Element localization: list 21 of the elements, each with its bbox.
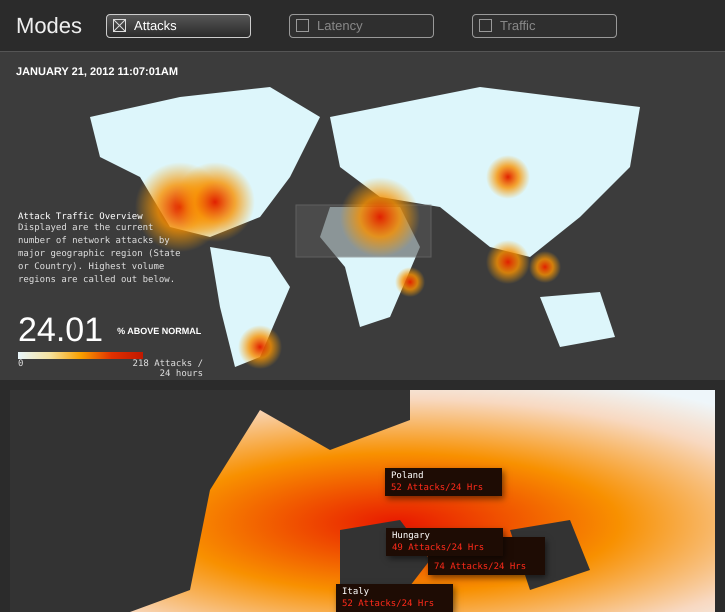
attack-count: 52 Attacks/24 Hrs xyxy=(342,598,436,610)
checkbox-icon xyxy=(296,19,310,32)
timestamp: JANUARY 21, 2012 11:07:01AM xyxy=(16,66,178,78)
scale-max: 218 Attacks / 24 hours xyxy=(132,359,203,379)
overview-description: Displayed are the current number of network attacks by major geographic region (State or Country). Highest volume regions are called out below. xyxy=(18,222,182,287)
modes-title: Modes xyxy=(16,12,82,38)
above-normal-label: % ABOVE NORMAL xyxy=(117,326,202,336)
attack-count: 49 Attacks/24 Hrs xyxy=(392,542,486,554)
mode-toggle[interactable]: Attacks xyxy=(106,14,252,38)
region-name: Hungary xyxy=(392,530,431,542)
mode-toggle[interactable]: Traffic xyxy=(472,14,618,38)
mode-toggle[interactable]: Latency xyxy=(289,14,434,38)
region-name: Italy xyxy=(342,586,370,598)
region-name: Poland xyxy=(391,470,425,482)
scale-min: 0 xyxy=(18,359,24,371)
above-normal-value: 24.01 xyxy=(18,311,104,350)
overview-heading: Attack Traffic Overview xyxy=(18,212,144,222)
checked-box-icon xyxy=(113,19,126,32)
checkbox-icon xyxy=(479,19,492,32)
attack-count: 74 Attacks/24 Hrs xyxy=(434,561,528,573)
attack-count: 52 Attacks/24 Hrs xyxy=(391,482,484,494)
